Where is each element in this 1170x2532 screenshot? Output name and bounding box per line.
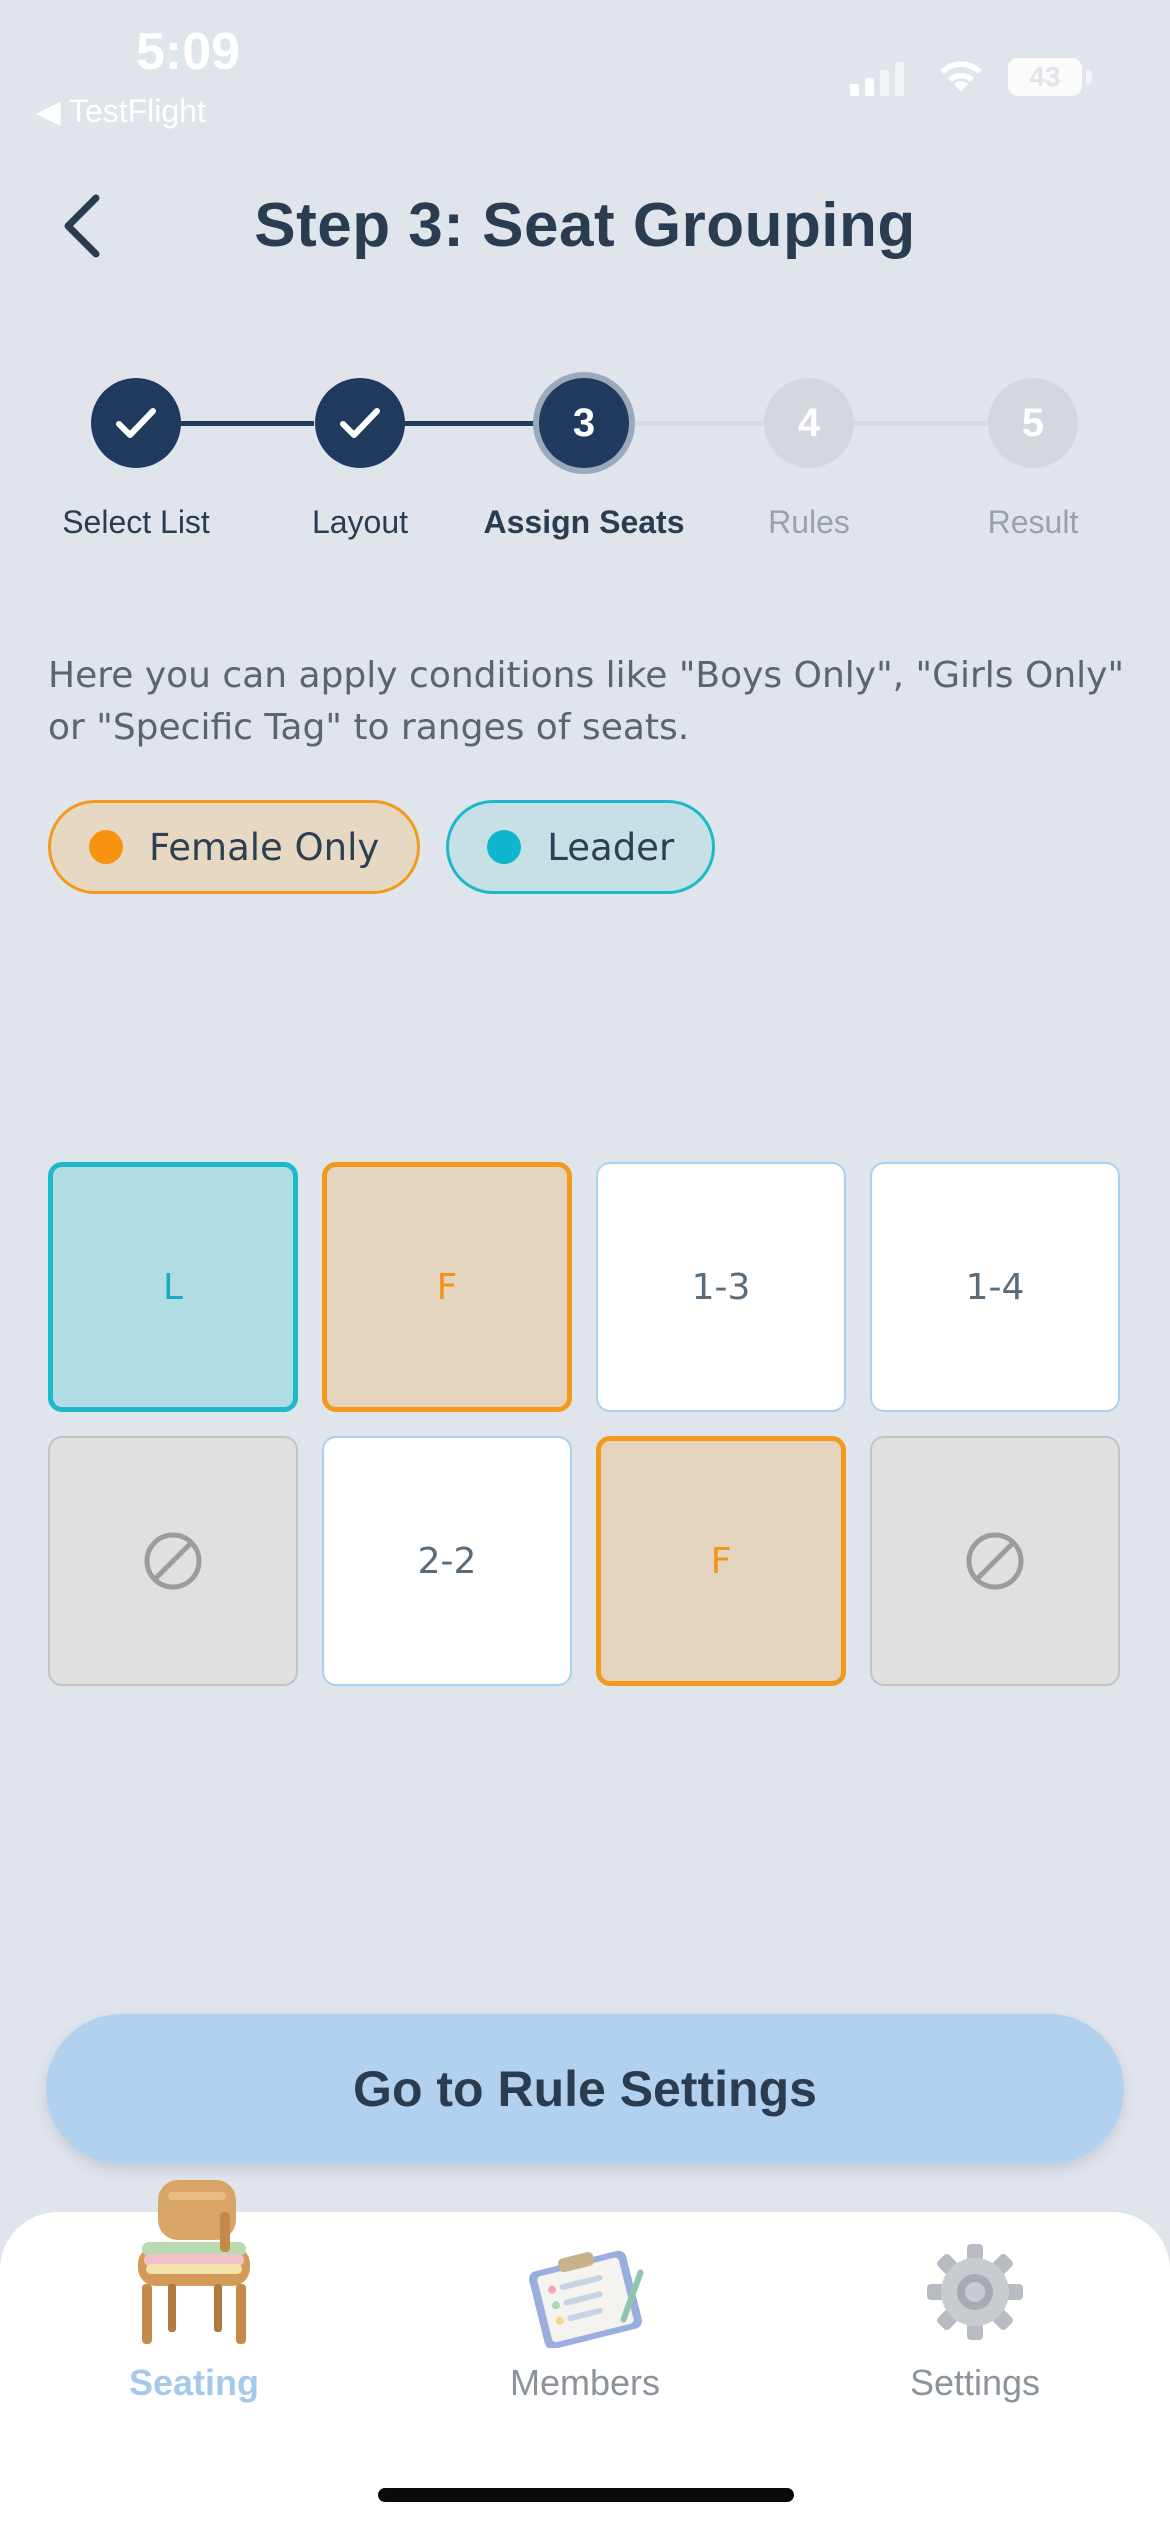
tab-seating[interactable]: Seating: [44, 2180, 344, 2442]
page-title: Step 3: Seat Grouping: [254, 191, 916, 260]
female-color-dot-icon: [89, 830, 123, 864]
seat-1-1[interactable]: L: [48, 1162, 298, 1412]
bottom-tab-bar: Seating Members Settings: [0, 2180, 1170, 2532]
step-3-circle[interactable]: 3: [539, 378, 629, 468]
status-time: 5:09: [136, 23, 241, 81]
wifi-icon: [940, 61, 982, 92]
tab-members[interactable]: Members: [435, 2212, 735, 2442]
status-indicators: 43: [850, 56, 1092, 100]
step-1-label: Select List: [62, 504, 210, 540]
seat-1-3[interactable]: 1-3: [596, 1162, 846, 1412]
chair-icon: [138, 2180, 250, 2344]
blocked-icon: [144, 1532, 202, 1590]
step-3-label: Assign Seats: [483, 504, 685, 540]
step-5-circle[interactable]: 5: [988, 378, 1078, 468]
checkmark-icon: [340, 408, 380, 438]
home-indicator: [378, 2488, 794, 2502]
seat-2-3[interactable]: F: [596, 1436, 846, 1686]
female-only-chip[interactable]: Female Only: [48, 800, 421, 894]
step-5-label: Result: [987, 504, 1079, 540]
seat-2-4[interactable]: [870, 1436, 1120, 1686]
tab-label: Members: [509, 2362, 661, 2403]
battery-tip: [1086, 70, 1092, 84]
instructions-text: Here you can apply conditions like "Boys…: [48, 655, 1125, 748]
cellular-signal-icon: [850, 62, 904, 96]
tab-label: Seating: [128, 2362, 260, 2403]
seat-1-4[interactable]: 1-4: [870, 1162, 1120, 1412]
step-2-label: Layout: [311, 504, 409, 540]
step-2-circle[interactable]: [315, 378, 405, 468]
gear-icon: [927, 2244, 1023, 2340]
seat-grouping-screen: 5:09 ◀ TestFlight 43 Step 3: Seat Groupi…: [0, 0, 1170, 2532]
condition-chips: Female Only Leader: [48, 800, 716, 894]
progress-stepper: 3 4 5 Select List Layout Assign Seats Ru…: [0, 376, 1170, 556]
tab-settings[interactable]: Settings: [825, 2212, 1125, 2442]
clipboard-icon: [528, 2250, 644, 2348]
step-4-label: Rules: [768, 504, 850, 540]
step-1-circle[interactable]: [91, 378, 181, 468]
seat-grid: L F 1-3 1-4 2-2 F: [48, 1162, 1120, 1686]
back-to-testflight-link[interactable]: ◀ TestFlight: [36, 92, 206, 130]
seat-2-2[interactable]: 2-2: [322, 1436, 572, 1686]
chip-label: Female Only: [149, 825, 380, 869]
go-to-rule-settings-button[interactable]: Go to Rule Settings: [46, 2014, 1124, 2164]
tab-label: Settings: [909, 2362, 1041, 2403]
battery-icon: 43: [1008, 58, 1082, 96]
chip-label: Leader: [547, 825, 675, 869]
leader-color-dot-icon: [487, 830, 522, 864]
leader-chip[interactable]: Leader: [446, 800, 716, 894]
seat-1-2[interactable]: F: [322, 1162, 572, 1412]
blocked-icon: [966, 1532, 1024, 1590]
checkmark-icon: [116, 408, 156, 438]
seat-2-1[interactable]: [48, 1436, 298, 1686]
step-4-circle[interactable]: 4: [764, 378, 854, 468]
